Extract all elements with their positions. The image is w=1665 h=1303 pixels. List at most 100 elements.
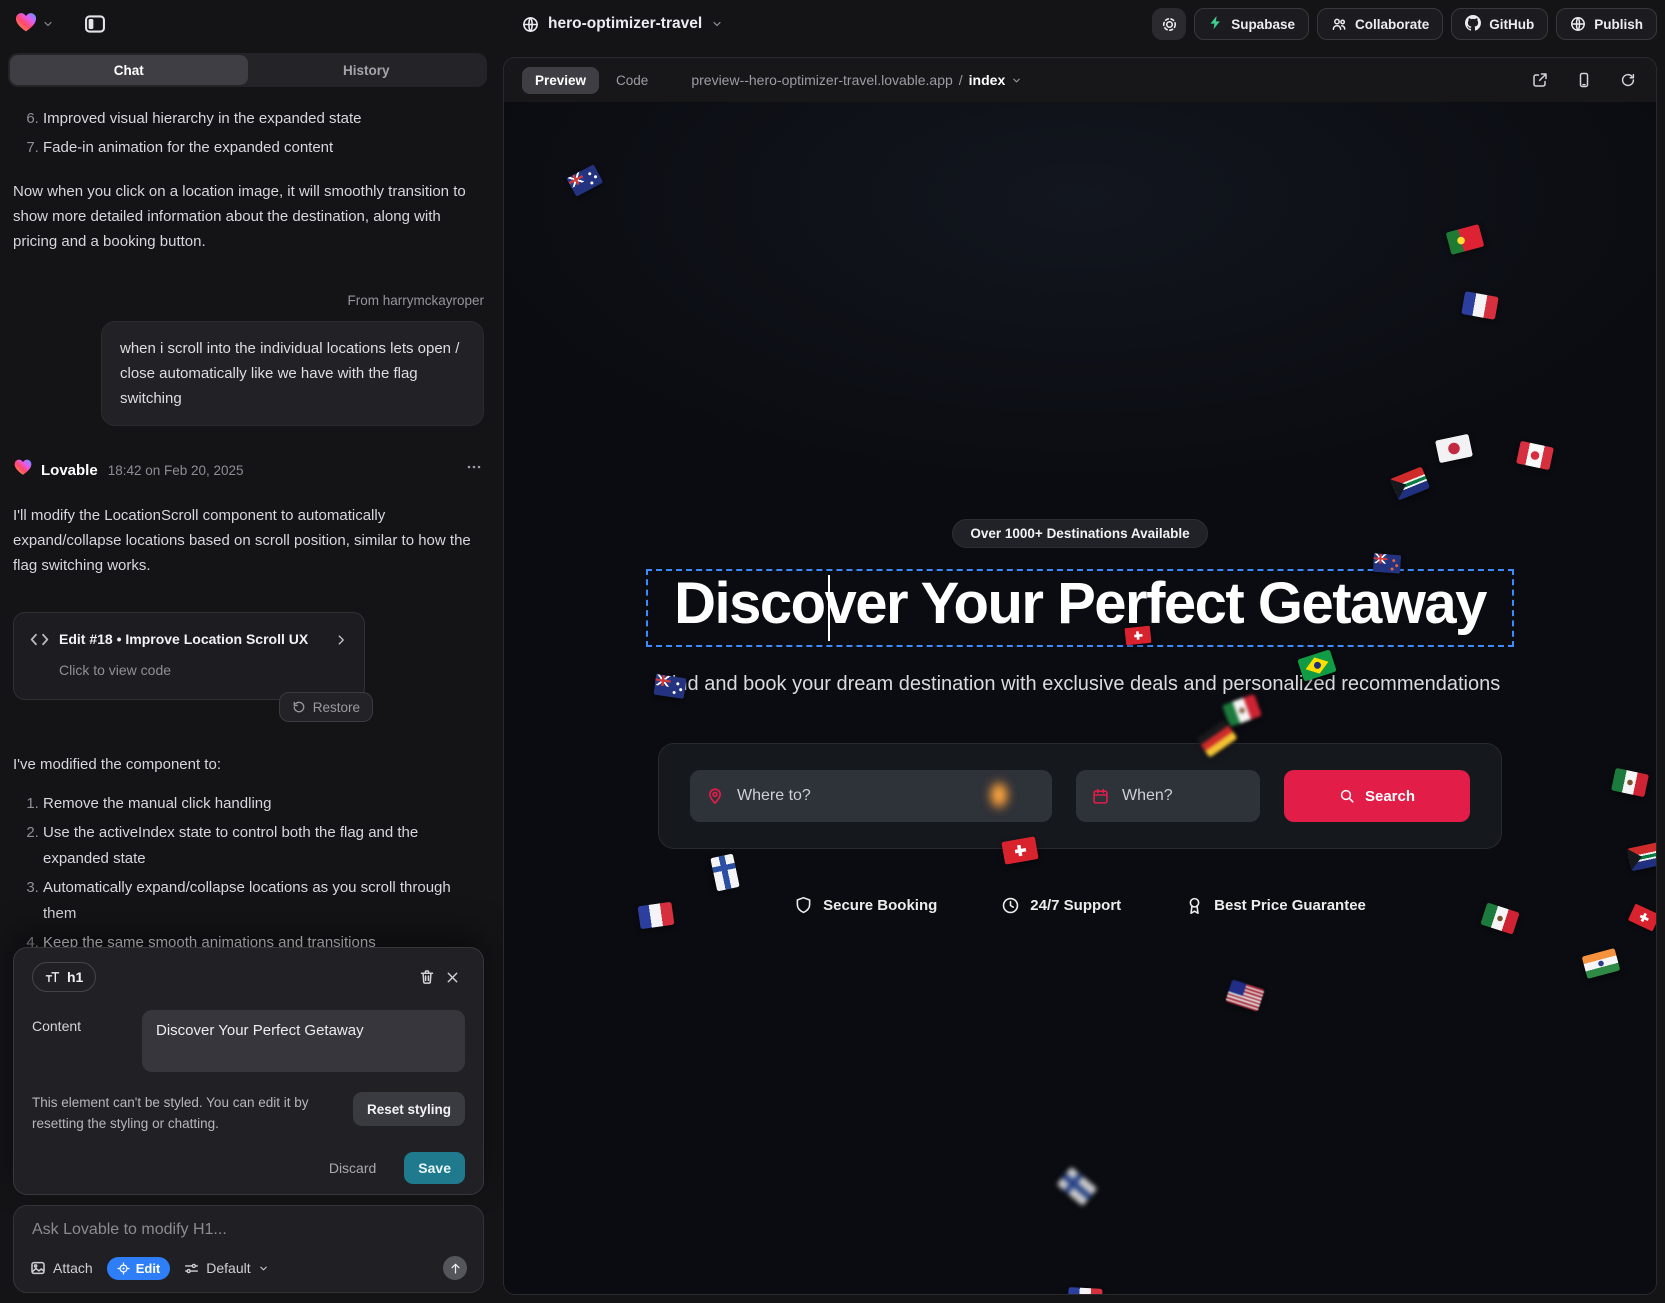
preview-url[interactable]: preview--hero-optimizer-travel.lovable.a…: [691, 72, 1022, 88]
hero-section: Over 1000+ Destinations Available Discov…: [504, 519, 1656, 915]
france-flag: [638, 902, 675, 930]
refresh-button[interactable]: [1618, 70, 1638, 90]
search-bar: Search: [658, 743, 1502, 849]
mobile-view-button[interactable]: [1574, 70, 1594, 90]
assistant-timestamp: 18:42 on Feb 20, 2025: [108, 458, 244, 483]
destinations-badge: Over 1000+ Destinations Available: [952, 519, 1207, 548]
toggle-sidebar-button[interactable]: [80, 9, 110, 39]
search-button-label: Search: [1365, 788, 1415, 805]
list-item-text: Remove the manual click handling: [43, 795, 271, 812]
publish-button[interactable]: Publish: [1556, 8, 1657, 40]
feature-row: Secure Booking 24/7 Support Best Price G…: [794, 896, 1366, 915]
finland-flag: [1057, 1167, 1098, 1206]
list-item: Fade-in animation for the expanded conte…: [43, 135, 484, 161]
feature-support: 24/7 Support: [1001, 896, 1121, 915]
preview-url-page: index: [969, 72, 1006, 88]
mode-selector[interactable]: Default: [184, 1260, 268, 1276]
element-editor-panel: h1 Content Discover Your Perfect Getaway: [13, 947, 484, 1195]
preview-url-host: preview--hero-optimizer-travel.lovable.a…: [691, 72, 952, 88]
list-item-text: Automatically expand/collapse locations …: [43, 879, 451, 922]
france-flag: [1461, 291, 1498, 320]
collaborate-button[interactable]: Collaborate: [1317, 8, 1443, 40]
australia-flag: [567, 164, 604, 197]
clock-icon: [1001, 896, 1020, 915]
new-zealand-flag: [1373, 553, 1401, 573]
tab-history[interactable]: History: [248, 55, 486, 85]
element-tag-label: h1: [67, 969, 83, 985]
when-input[interactable]: [1120, 786, 1244, 806]
message-menu-button[interactable]: [464, 456, 484, 485]
award-icon: [1185, 896, 1204, 915]
assistant-steps-list: Remove the manual click handling Use the…: [13, 791, 484, 952]
location-pin-icon: [706, 787, 724, 805]
preview-panel: Preview Code preview--hero-optimizer-tra…: [503, 57, 1657, 1295]
publish-label: Publish: [1594, 17, 1643, 32]
content-input[interactable]: Discover Your Perfect Getaway: [142, 1010, 465, 1072]
open-in-new-tab-button[interactable]: [1530, 70, 1550, 90]
search-button[interactable]: Search: [1284, 770, 1470, 822]
list-item-text: Fade-in animation for the expanded conte…: [43, 139, 333, 156]
supabase-label: Supabase: [1231, 17, 1295, 32]
supabase-button[interactable]: Supabase: [1194, 8, 1309, 40]
when-field[interactable]: [1076, 770, 1260, 822]
attach-label: Attach: [53, 1260, 93, 1276]
search-icon: [1339, 788, 1355, 804]
user-message-bubble: when i scroll into the individual locati…: [101, 321, 484, 426]
shield-icon: [794, 896, 813, 915]
preview-toolbar: Preview Code preview--hero-optimizer-tra…: [504, 58, 1656, 102]
close-panel-button[interactable]: [440, 965, 465, 990]
prompt-input[interactable]: [30, 1220, 467, 1240]
element-tag-badge[interactable]: h1: [32, 962, 96, 992]
edit-version-card[interactable]: Edit #18 • Improve Location Scroll UX Cl…: [13, 612, 365, 700]
restore-icon: [292, 700, 306, 714]
delete-element-button[interactable]: [414, 964, 440, 990]
feature-secure-booking: Secure Booking: [794, 896, 937, 915]
edit-mode-chip[interactable]: Edit: [107, 1257, 171, 1280]
chevron-down-icon: [258, 1263, 269, 1274]
south-africa-flag: [1390, 466, 1430, 500]
hero-title[interactable]: Discover Your Perfect Getaway: [674, 573, 1486, 635]
tab-preview[interactable]: Preview: [522, 67, 599, 94]
portugal-flag: [1446, 224, 1485, 255]
assistant-header: Lovable 18:42 on Feb 20, 2025: [13, 456, 484, 485]
version-actions: Restore Preview: [279, 692, 373, 722]
feature-label: 24/7 Support: [1030, 897, 1121, 914]
trash-icon: [419, 969, 435, 985]
reset-styling-button[interactable]: Reset styling: [353, 1092, 465, 1126]
attach-button[interactable]: Attach: [30, 1260, 93, 1276]
edit-card-title: Edit #18 • Improve Location Scroll UX: [59, 627, 324, 652]
settings-button[interactable]: [1152, 8, 1186, 40]
site-viewport[interactable]: Over 1000+ Destinations Available Discov…: [504, 102, 1656, 1295]
selected-h1-outline[interactable]: Discover Your Perfect Getaway: [646, 569, 1514, 647]
discard-button[interactable]: Discard: [323, 1159, 382, 1177]
save-button[interactable]: Save: [404, 1152, 465, 1184]
globe-icon: [1570, 16, 1586, 32]
list-item-text: Use the activeIndex state to control bot…: [43, 824, 418, 867]
typography-icon: [45, 970, 60, 985]
topbar-actions: Supabase Collaborate GitHub: [1152, 8, 1657, 40]
feature-best-price: Best Price Guarantee: [1185, 896, 1366, 915]
chevron-down-icon: [1011, 75, 1022, 86]
chat-messages[interactable]: Improved visual hierarchy in the expande…: [13, 92, 484, 952]
lovable-logo-menu[interactable]: [14, 10, 54, 39]
attach-image-icon: [30, 1260, 46, 1276]
edit-chip-label: Edit: [136, 1261, 161, 1276]
send-button[interactable]: [443, 1256, 467, 1280]
restore-button[interactable]: Restore: [292, 695, 360, 720]
collaborate-label: Collaborate: [1355, 17, 1429, 32]
restore-label: Restore: [313, 695, 360, 720]
list-item-text: Improved visual hierarchy in the expande…: [43, 110, 362, 127]
content-field-label: Content: [32, 1010, 120, 1072]
gear-icon: [1161, 16, 1178, 33]
github-button[interactable]: GitHub: [1451, 8, 1548, 40]
tab-code[interactable]: Code: [603, 67, 661, 94]
chat-panel: Chat History Improved visual hierarchy i…: [0, 48, 503, 1303]
tab-chat[interactable]: Chat: [10, 55, 248, 85]
project-switcher[interactable]: hero-optimizer-travel: [522, 0, 723, 48]
switzerland-flag: [1124, 626, 1151, 646]
edit-card-subtitle: Click to view code: [30, 658, 348, 683]
github-label: GitHub: [1489, 17, 1534, 32]
collaborate-users-icon: [1331, 16, 1347, 32]
chat-history-tabs: Chat History: [8, 53, 487, 87]
text-cursor: [828, 575, 830, 641]
